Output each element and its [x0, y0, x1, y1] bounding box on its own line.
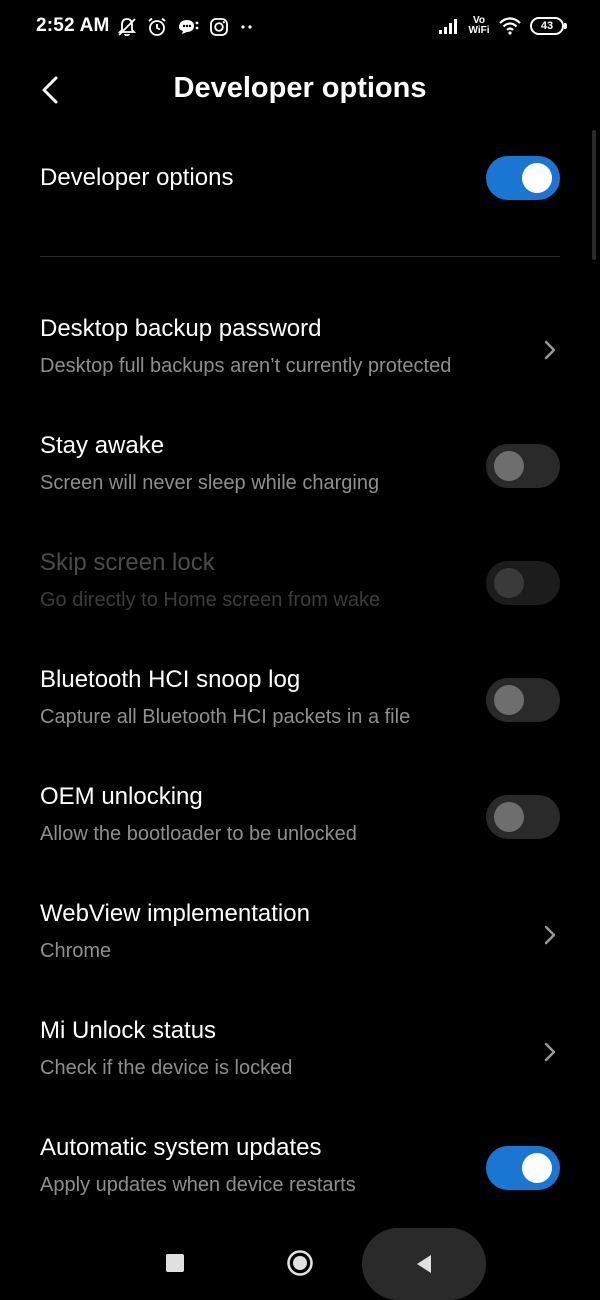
- bluetooth-hci-snoop-log-toggle[interactable]: [486, 678, 560, 722]
- setting-title: WebView implementation: [40, 900, 310, 927]
- setting-title: Skip screen lock: [40, 549, 215, 576]
- setting-skip-screen-lock: Skip screen lock Go directly to Home scr…: [40, 549, 560, 666]
- setting-title: OEM unlocking: [40, 783, 203, 810]
- chevron-right-icon: [544, 1042, 556, 1062]
- setting-webview-implementation[interactable]: WebView implementation Chrome: [40, 900, 560, 1017]
- setting-subtitle: Screen will never sleep while charging: [40, 472, 380, 494]
- setting-subtitle: Desktop full backups aren’t currently pr…: [40, 355, 452, 377]
- setting-subtitle: Capture all Bluetooth HCI packets in a f…: [40, 706, 411, 728]
- scrollbar[interactable]: [592, 130, 596, 260]
- status-left-icons: [116, 16, 256, 38]
- setting-oem-unlocking[interactable]: OEM unlocking Allow the bootloader to be…: [40, 783, 560, 900]
- toggle-knob: [522, 1153, 552, 1183]
- setting-title: Bluetooth HCI snoop log: [40, 666, 301, 693]
- setting-subtitle: Allow the bootloader to be unlocked: [40, 823, 357, 845]
- setting-mi-unlock-status[interactable]: Mi Unlock status Check if the device is …: [40, 1017, 560, 1134]
- chat-bubble-icon: [179, 20, 199, 34]
- setting-title: Desktop backup password: [40, 315, 322, 342]
- settings-list: Desktop backup password Desktop full bac…: [40, 315, 560, 1251]
- status-time: 2:52 AM: [36, 15, 110, 36]
- signal-icon: [439, 19, 457, 34]
- alarm-icon: [148, 17, 166, 36]
- more-dots-icon: [241, 25, 252, 29]
- developer-options-master-row[interactable]: Developer options: [40, 150, 560, 210]
- setting-stay-awake[interactable]: Stay awake Screen will never sleep while…: [40, 432, 560, 549]
- toggle-knob: [494, 568, 524, 598]
- toggle-knob: [522, 163, 552, 193]
- developer-options-toggle[interactable]: [486, 156, 560, 200]
- setting-bluetooth-hci-snoop-log[interactable]: Bluetooth HCI snoop log Capture all Blue…: [40, 666, 560, 783]
- app-header: Developer options: [0, 56, 600, 126]
- recents-square-icon[interactable]: [166, 1254, 184, 1272]
- stay-awake-toggle[interactable]: [486, 444, 560, 488]
- toggle-knob: [494, 451, 524, 481]
- toggle-knob: [494, 802, 524, 832]
- battery-level: 43: [540, 20, 554, 32]
- setting-subtitle: Apply updates when device restarts: [40, 1174, 356, 1196]
- status-right-icons: Vo WiFi 43: [438, 16, 567, 36]
- setting-subtitle: Check if the device is locked: [40, 1057, 293, 1079]
- oem-unlocking-toggle[interactable]: [486, 795, 560, 839]
- setting-title: Stay awake: [40, 432, 165, 459]
- chevron-right-icon: [544, 925, 556, 945]
- automatic-system-updates-toggle[interactable]: [486, 1146, 560, 1190]
- volte-bottom-text: WiFi: [468, 25, 490, 36]
- chevron-right-icon: [544, 340, 556, 360]
- wifi-icon: [499, 17, 521, 35]
- page-title: Developer options: [173, 72, 427, 104]
- home-circle-icon[interactable]: [286, 1249, 314, 1277]
- status-bar: 2:52 AM Vo WiFi 43: [0, 0, 600, 56]
- setting-desktop-backup-password[interactable]: Desktop backup password Desktop full bac…: [40, 315, 560, 432]
- setting-subtitle: Go directly to Home screen from wake: [40, 589, 381, 611]
- master-toggle-label: Developer options: [40, 164, 234, 191]
- setting-title: Automatic system updates: [40, 1134, 322, 1161]
- back-triangle-icon: [417, 1255, 431, 1273]
- setting-subtitle: Chrome: [40, 940, 112, 962]
- instagram-icon: [210, 18, 228, 36]
- skip-screen-lock-toggle: [486, 561, 560, 605]
- setting-title: Mi Unlock status: [40, 1017, 217, 1044]
- notifications-off-icon: [117, 18, 137, 37]
- back-nav-button[interactable]: [362, 1228, 486, 1300]
- divider: [40, 256, 560, 257]
- navigation-bar: [0, 1226, 600, 1300]
- toggle-knob: [494, 685, 524, 715]
- battery-indicator: 43: [530, 17, 567, 35]
- volte-wifi-indicator: Vo WiFi: [468, 16, 490, 36]
